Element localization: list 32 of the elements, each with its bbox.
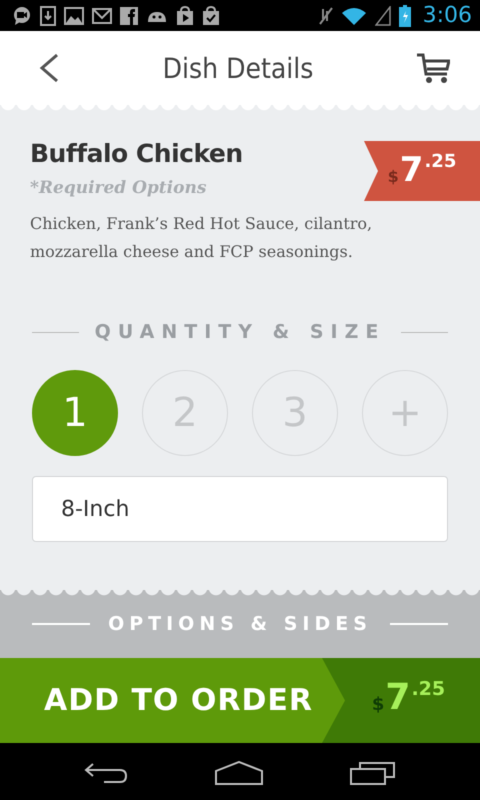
clock-time: 3:06 xyxy=(422,3,472,28)
currency-sign: $ xyxy=(372,694,384,714)
price-cents: .25 xyxy=(411,678,446,700)
currency-sign: $ xyxy=(388,167,399,186)
play-bag-icon xyxy=(176,6,194,26)
size-field[interactable]: 8-Inch xyxy=(32,476,448,542)
price-dollars: 7 xyxy=(400,151,424,189)
check-bag-icon xyxy=(202,6,220,26)
image-icon xyxy=(64,6,84,24)
home-icon[interactable] xyxy=(214,761,263,785)
dish-description: Chicken, Frank’s Red Hot Sauce, cilantro, mozzarella cheese and FCP seasonings. xyxy=(30,213,374,263)
price-cents: .25 xyxy=(424,151,456,172)
cart-icon[interactable] xyxy=(416,52,450,84)
wifi-icon xyxy=(340,6,367,26)
facebook-icon xyxy=(120,6,138,24)
price-dollars: 7 xyxy=(385,678,410,718)
recent-apps-icon[interactable] xyxy=(350,761,396,785)
back-icon[interactable] xyxy=(84,762,128,784)
dish-name: Buffalo Chicken xyxy=(30,139,243,168)
mail-icon xyxy=(92,8,112,24)
chat-icon xyxy=(12,6,32,26)
quantity-option[interactable]: 1 xyxy=(32,370,118,456)
section-heading: QUANTITY & SIZE xyxy=(94,321,386,343)
more-quantity-button[interactable]: + xyxy=(362,370,448,456)
signal-icon xyxy=(374,6,391,26)
required-note: *Required Options xyxy=(30,178,208,198)
battery-icon xyxy=(398,4,411,26)
muted-icon xyxy=(318,6,333,24)
screen-title: Dish Details xyxy=(162,52,314,84)
section-heading[interactable]: OPTIONS & SIDES xyxy=(108,613,372,635)
back-icon[interactable] xyxy=(38,53,60,83)
download-icon xyxy=(40,6,56,26)
